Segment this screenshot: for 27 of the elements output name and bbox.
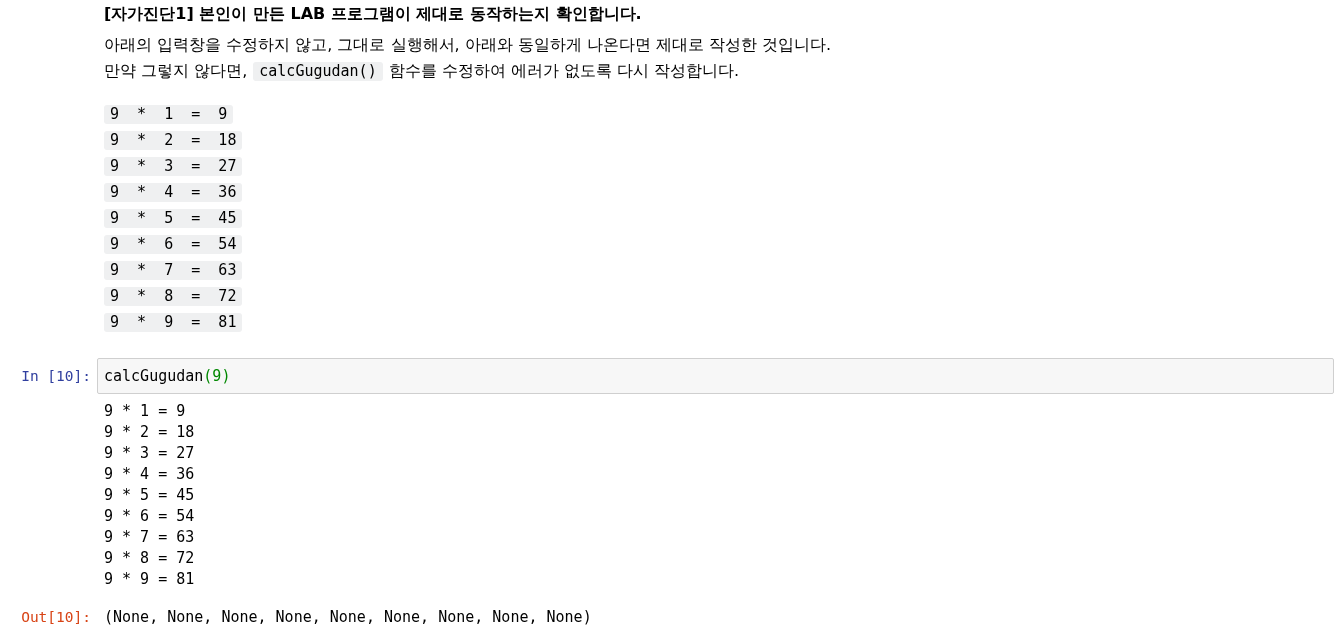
output-line: 9 * 1 = 9 — [104, 401, 186, 422]
output-line: 9 * 2 = 18 — [104, 422, 195, 443]
output-result: (None, None, None, None, None, None, None, None, None) — [104, 607, 592, 628]
output-line: 9 * 3 = 27 — [104, 443, 195, 464]
code-editor[interactable]: calcGugudan(9) — [97, 358, 1334, 394]
inline-code: 9 * 9 = 81 — [104, 312, 243, 332]
inline-code: 9 * 7 = 63 — [104, 260, 243, 280]
inline-code: 9 * 8 = 72 — [104, 286, 243, 306]
output-line: 9 * 6 = 54 — [104, 506, 195, 527]
heading-text: [자가진단1] 본인이 만든 LAB 프로그램이 제대로 동작하는지 확인합니다. — [104, 3, 642, 25]
inline-code: 9 * 4 = 36 — [104, 182, 243, 202]
paragraph-text: 아래의 입력창을 수정하지 않고, 그대로 실행해서, 아래와 동일하게 나온다면 제대로 작성한 것입니다. — [104, 34, 832, 56]
output-line: 9 * 7 = 63 — [104, 527, 195, 548]
inline-code: 9 * 2 = 18 — [104, 130, 243, 150]
output-line: 9 * 5 = 45 — [104, 485, 195, 506]
output-prompt: Out[10]: — [21, 608, 91, 627]
inline-code: 9 * 6 = 54 — [104, 234, 243, 254]
output-line: 9 * 8 = 72 — [104, 548, 195, 569]
inline-code: 9 * 5 = 45 — [104, 208, 243, 228]
output-line: 9 * 4 = 36 — [104, 464, 195, 485]
inline-code: 9 * 3 = 27 — [104, 156, 243, 176]
inline-code: 9 * 1 = 9 — [104, 104, 234, 124]
paragraph-text: 만약 그렇지 않다면, — [104, 60, 248, 82]
output-line: 9 * 9 = 81 — [104, 569, 195, 590]
inline-code: calcGugudan() — [253, 61, 383, 81]
paragraph-text: 함수를 수정하여 에러가 없도록 다시 작성합니다. — [388, 60, 740, 82]
input-prompt: In [10]: — [21, 366, 91, 386]
